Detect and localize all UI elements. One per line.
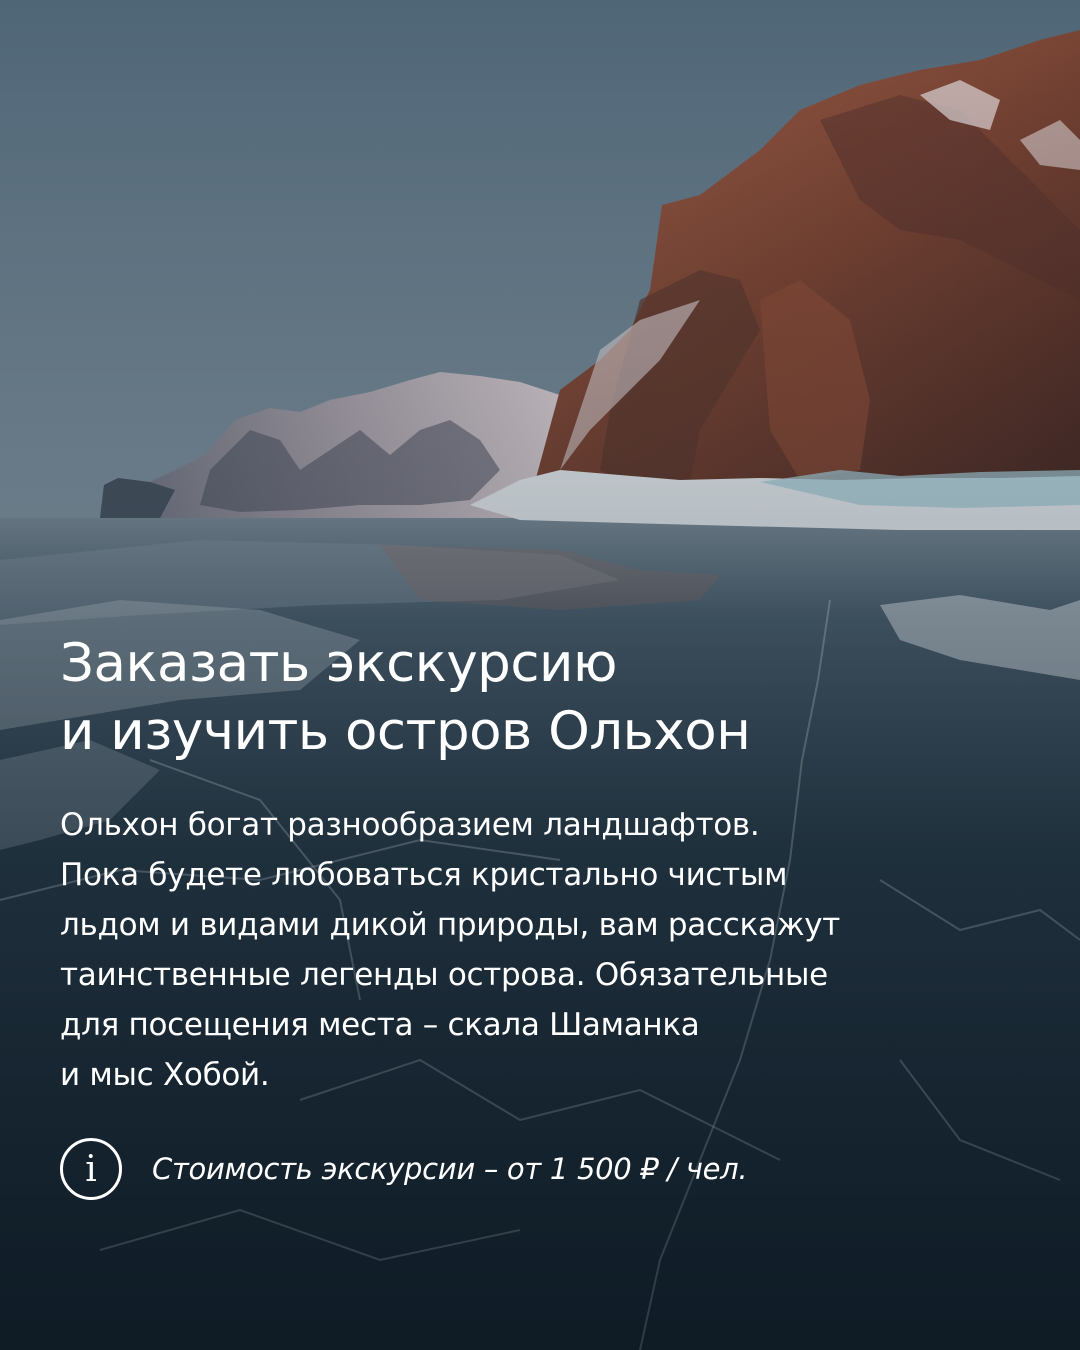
description-line: Пока будете любоваться кристально чистым (60, 857, 788, 893)
description-line: таинственные легенды острова. Обязательн… (60, 957, 828, 993)
page: Заказать экскурсию и изучить остров Ольх… (0, 0, 1080, 1350)
info-icon: i (60, 1138, 122, 1200)
headline-line-1: Заказать экскурсию (60, 633, 618, 694)
description: Ольхон богат разнообразием ландшафтов. П… (60, 800, 1020, 1100)
price-note: i Стоимость экскурсии – от 1 500 ₽ / чел… (60, 1136, 1020, 1202)
description-line: для посещения места – скала Шаманка (60, 1007, 700, 1043)
description-line: льдом и видами дикой природы, вам расска… (60, 907, 841, 943)
content-block: Заказать экскурсию и изучить остров Ольх… (60, 630, 1020, 1100)
headline: Заказать экскурсию и изучить остров Ольх… (60, 630, 1020, 766)
headline-line-2: и изучить остров Ольхон (60, 701, 751, 762)
info-icon-glyph: i (85, 1148, 97, 1190)
description-line: Ольхон богат разнообразием ландшафтов. (60, 807, 760, 843)
price-text: Стоимость экскурсии – от 1 500 ₽ / чел. (152, 1152, 748, 1186)
description-line: и мыс Хобой. (60, 1057, 270, 1093)
